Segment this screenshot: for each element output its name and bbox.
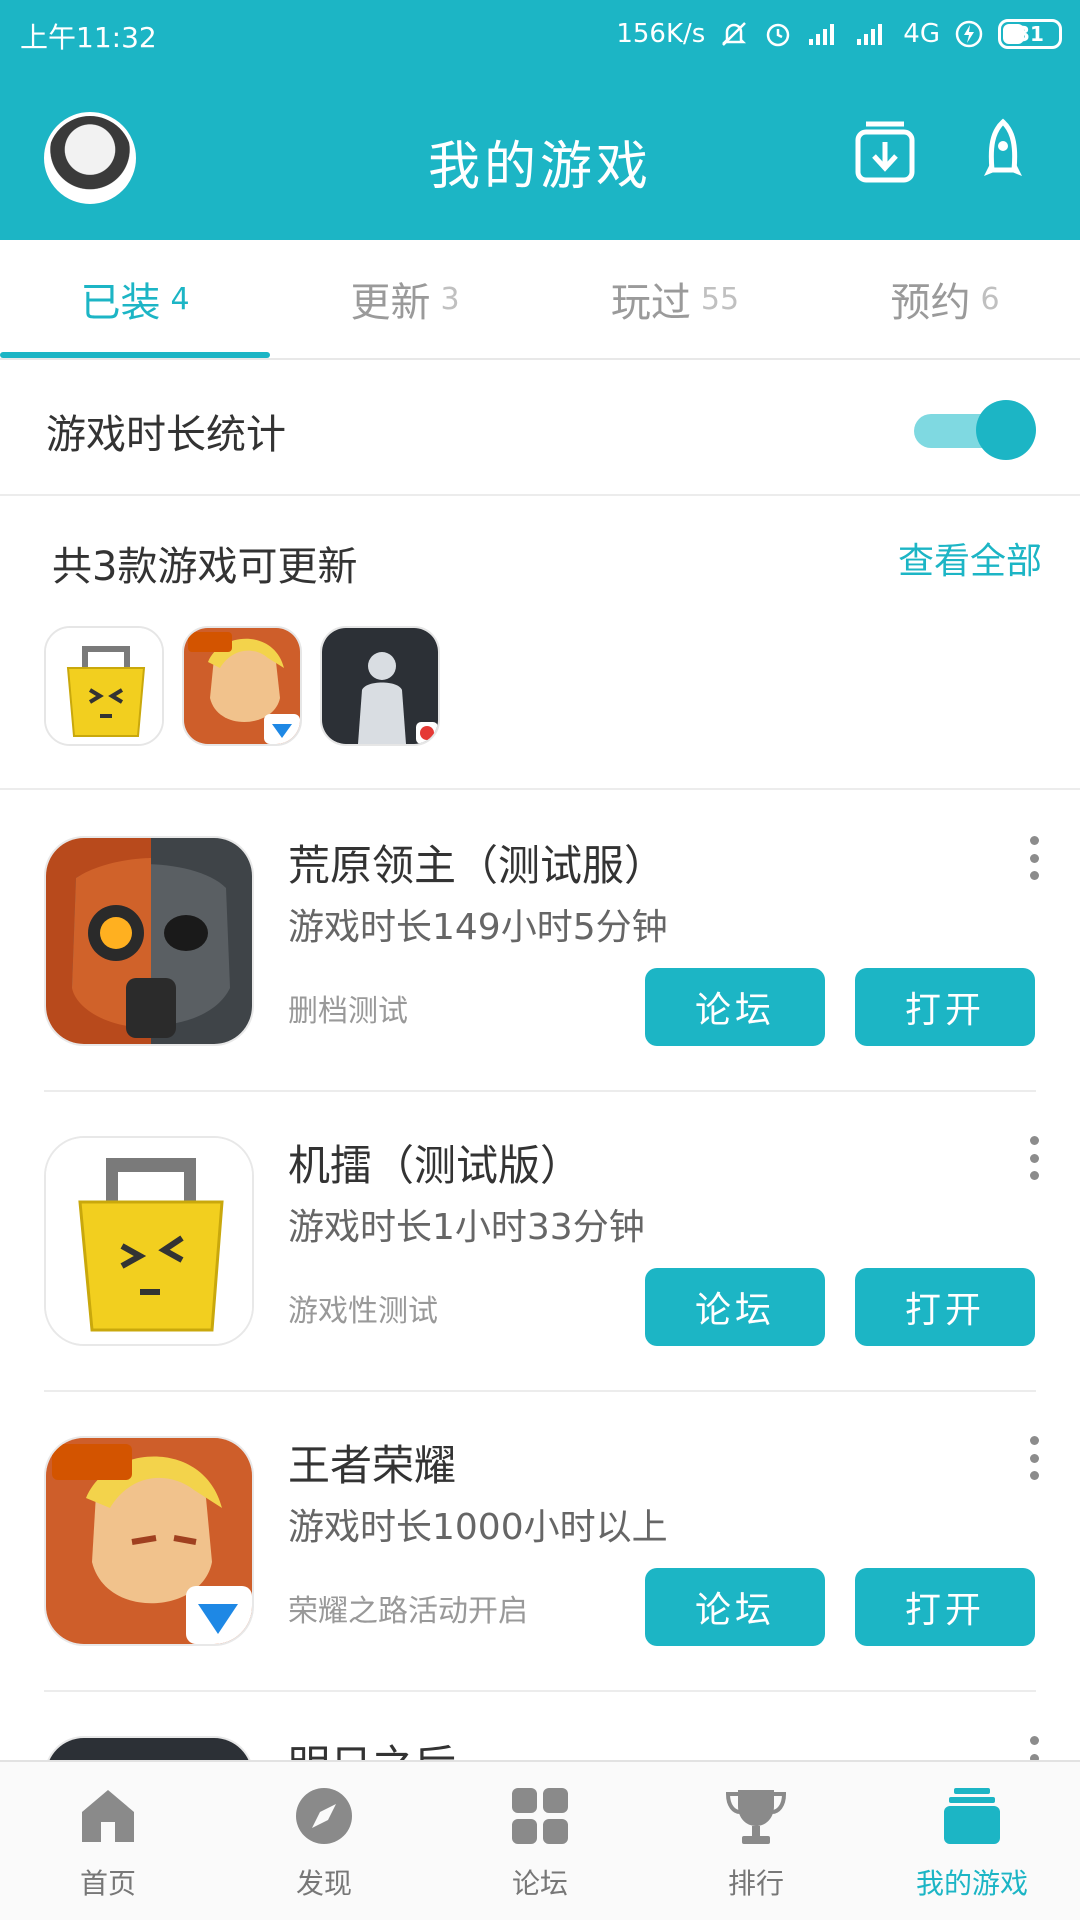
game-playtime: 游戏时长1小时33分钟 bbox=[288, 1207, 645, 1248]
update-game-icon-honor[interactable] bbox=[182, 626, 302, 746]
playtime-stats-toggle[interactable] bbox=[914, 400, 1036, 460]
stack-icon bbox=[944, 1788, 1000, 1844]
toggle-knob bbox=[976, 400, 1036, 460]
game-playtime: 游戏时长1000小时以上 bbox=[288, 1507, 668, 1548]
alarm-icon bbox=[767, 23, 790, 47]
grid-icon bbox=[512, 1788, 568, 1844]
game-note: 游戏性测试 bbox=[288, 1294, 438, 1329]
nav-label: 发现 bbox=[295, 1867, 352, 1900]
home-icon bbox=[82, 1790, 134, 1842]
bottom-nav: 首页 发现 论坛 排行 我的游戏 bbox=[0, 1760, 1080, 1920]
tab-reserved[interactable]: 预约 6 bbox=[810, 240, 1080, 358]
mute-bell-icon bbox=[722, 22, 747, 46]
tab-count: 55 bbox=[700, 281, 740, 317]
tab-bar: 已装 4 更新 3 玩过 55 预约 6 bbox=[0, 240, 1080, 360]
nav-item-home[interactable]: 首页 bbox=[0, 1762, 216, 1920]
nav-label: 论坛 bbox=[511, 1867, 568, 1900]
tab-count: 3 bbox=[440, 281, 460, 317]
tab-played[interactable]: 玩过 55 bbox=[540, 240, 810, 358]
tab-count: 6 bbox=[980, 281, 1000, 317]
charging-icon bbox=[955, 20, 983, 48]
box-character-icon bbox=[46, 628, 162, 744]
hero-portrait-icon bbox=[46, 1438, 252, 1644]
hero-portrait-icon bbox=[184, 628, 300, 744]
tab-label: 更新 bbox=[350, 280, 431, 326]
trophy-icon bbox=[725, 1790, 787, 1844]
updates-card: 共3款游戏可更新 查看全部 bbox=[0, 498, 1080, 790]
game-item: 明日之后 bbox=[0, 1692, 1080, 1760]
game-name: 明日之后 bbox=[288, 1732, 456, 1760]
game-item: 荒原领主（测试服） 游戏时长149小时5分钟 删档测试 论坛 打开 bbox=[0, 792, 1080, 1092]
nav-item-forum[interactable]: 论坛 bbox=[432, 1762, 648, 1920]
open-button[interactable]: 打开 bbox=[855, 1568, 1035, 1646]
tab-label: 玩过 bbox=[610, 280, 691, 326]
more-options-icon[interactable] bbox=[1022, 1136, 1046, 1180]
tab-label: 预约 bbox=[890, 280, 971, 326]
game-item: 王者荣耀 游戏时长1000小时以上 荣耀之路活动开启 论坛 打开 bbox=[0, 1392, 1080, 1692]
net-speed: 156K/s bbox=[616, 19, 706, 49]
game-playtime: 游戏时长149小时5分钟 bbox=[288, 907, 668, 948]
more-options-icon[interactable] bbox=[1022, 1436, 1046, 1480]
more-options-icon[interactable] bbox=[1022, 1736, 1046, 1760]
update-game-icon-tomorrow[interactable] bbox=[320, 626, 440, 746]
open-button[interactable]: 打开 bbox=[855, 1268, 1035, 1346]
view-all-link[interactable]: 查看全部 bbox=[898, 532, 1042, 584]
nav-label: 我的游戏 bbox=[915, 1867, 1028, 1900]
rocket-icon[interactable] bbox=[968, 118, 1038, 188]
more-options-icon[interactable] bbox=[1022, 836, 1046, 880]
nav-item-discover[interactable]: 发现 bbox=[216, 1762, 432, 1920]
tab-label: 已装 bbox=[80, 280, 161, 326]
game-name: 机擂（测试版） bbox=[288, 1141, 583, 1190]
updates-title: 共3款游戏可更新 bbox=[52, 544, 358, 590]
game-note: 删档测试 bbox=[288, 994, 408, 1029]
tab-updates[interactable]: 更新 3 bbox=[270, 240, 540, 358]
update-icons bbox=[44, 626, 440, 746]
active-tab-indicator bbox=[0, 352, 270, 358]
game-icon[interactable] bbox=[44, 1436, 254, 1646]
silhouette-icon bbox=[46, 1738, 252, 1760]
update-game-icon-jilei[interactable] bbox=[44, 626, 164, 746]
game-name: 荒原领主（测试服） bbox=[288, 841, 667, 890]
tab-installed[interactable]: 已装 4 bbox=[0, 240, 270, 358]
status-indicators: 156K/s 4G 31 bbox=[616, 14, 1062, 54]
nav-item-ranking[interactable]: 排行 bbox=[648, 1762, 864, 1920]
box-character-icon bbox=[46, 1138, 252, 1344]
forum-button[interactable]: 论坛 bbox=[645, 968, 825, 1046]
game-item: 机擂（测试版） 游戏时长1小时33分钟 游戏性测试 论坛 打开 bbox=[0, 1092, 1080, 1392]
game-name: 王者荣耀 bbox=[288, 1441, 457, 1490]
open-button[interactable]: 打开 bbox=[855, 968, 1035, 1046]
battery-level: 31 bbox=[1016, 22, 1044, 46]
app-header: 上午11:32 156K/s 4G 31 我的游戏 bbox=[0, 0, 1080, 240]
game-note: 荣耀之路活动开启 bbox=[288, 1594, 528, 1629]
installed-games-list: 荒原领主（测试服） 游戏时长149小时5分钟 删档测试 论坛 打开 机擂（测试版… bbox=[0, 792, 1080, 1760]
silhouette-icon bbox=[322, 628, 438, 744]
signal-icon bbox=[809, 24, 835, 45]
status-time: 上午11:32 bbox=[20, 21, 157, 54]
wasteland-lord-icon bbox=[46, 838, 252, 1044]
nav-label: 首页 bbox=[79, 1867, 136, 1900]
download-manager-icon[interactable] bbox=[850, 118, 920, 188]
game-icon[interactable] bbox=[44, 1136, 254, 1346]
game-icon[interactable] bbox=[44, 1736, 254, 1760]
compass-icon bbox=[296, 1788, 352, 1844]
forum-button[interactable]: 论坛 bbox=[645, 1268, 825, 1346]
nav-label: 排行 bbox=[727, 1867, 784, 1900]
forum-button[interactable]: 论坛 bbox=[645, 1568, 825, 1646]
signal-icon-2 bbox=[857, 24, 883, 45]
tab-count: 4 bbox=[170, 281, 190, 317]
network-type: 4G bbox=[903, 19, 940, 49]
nav-item-my-games[interactable]: 我的游戏 bbox=[864, 1762, 1080, 1920]
status-bar: 上午11:32 156K/s 4G 31 bbox=[0, 0, 1080, 70]
game-icon[interactable] bbox=[44, 836, 254, 1046]
playtime-stats-label: 游戏时长统计 bbox=[46, 412, 286, 458]
battery-indicator: 31 bbox=[998, 19, 1062, 49]
